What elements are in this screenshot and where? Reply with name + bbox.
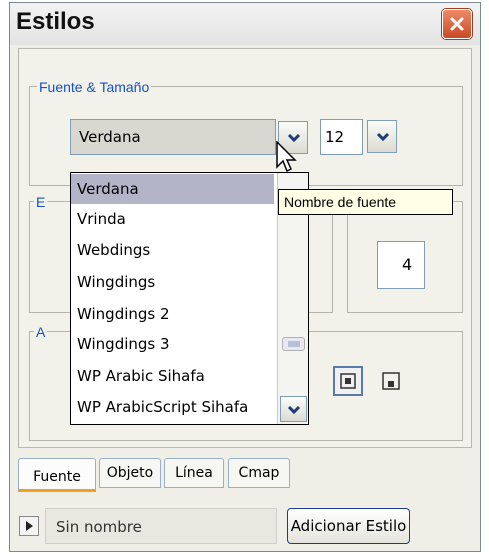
tab-objeto[interactable]: Objeto bbox=[99, 458, 161, 488]
align-bottom-icon bbox=[382, 372, 400, 390]
list-item[interactable]: Vrinda bbox=[71, 204, 274, 234]
second-group-label: E bbox=[34, 194, 48, 210]
font-size-group-label: Fuente & Tamaño bbox=[37, 79, 152, 95]
list-item[interactable]: Wingdings 3 bbox=[71, 329, 274, 359]
list-item[interactable]: Webdings bbox=[71, 235, 274, 265]
font-name-value: Verdana bbox=[79, 128, 141, 146]
title-bar[interactable]: Estilos bbox=[10, 3, 480, 45]
list-item[interactable]: Wingdings bbox=[71, 267, 274, 297]
scrollbar-thumb[interactable] bbox=[282, 337, 305, 351]
window-title: Estilos bbox=[16, 8, 95, 35]
tab-bar: Fuente Objeto Línea Cmap bbox=[18, 458, 472, 492]
align-center-button[interactable] bbox=[333, 366, 363, 396]
tab-cmap[interactable]: Cmap bbox=[228, 458, 290, 488]
tab-fuente[interactable]: Fuente bbox=[18, 458, 96, 492]
close-icon bbox=[450, 17, 464, 31]
font-name-tooltip: Nombre de fuente bbox=[278, 189, 453, 215]
play-icon bbox=[26, 521, 33, 531]
list-item[interactable]: Verdana bbox=[71, 174, 274, 204]
font-name-combobox[interactable]: Verdana bbox=[70, 119, 276, 155]
list-item[interactable]: WP ArabicScript Sihafa bbox=[71, 392, 274, 422]
estilos-window: Estilos Fuente & Tamaño E A Verdana 12 4… bbox=[9, 2, 481, 552]
font-size-dropdown-button[interactable] bbox=[367, 120, 397, 153]
list-item[interactable]: WP Arabic Sihafa bbox=[71, 361, 274, 391]
alignment-group-label: A bbox=[34, 324, 48, 340]
chevron-down-icon bbox=[287, 405, 301, 415]
scroll-down-button[interactable] bbox=[280, 396, 307, 422]
mouse-cursor-icon bbox=[276, 141, 297, 173]
scroll-thumb-grip-icon bbox=[288, 341, 300, 347]
align-center-icon bbox=[340, 373, 356, 389]
add-style-button[interactable]: Adicionar Estilo bbox=[287, 508, 410, 544]
font-dropdown-list[interactable]: Verdana Vrinda Webdings Wingdings Wingdi… bbox=[70, 172, 309, 425]
close-button[interactable] bbox=[442, 9, 472, 39]
align-bottom-button[interactable] bbox=[377, 367, 407, 397]
chevron-down-icon bbox=[376, 132, 390, 142]
play-button[interactable] bbox=[19, 516, 39, 536]
number-value: 4 bbox=[402, 255, 413, 274]
font-size-value: 12 bbox=[325, 128, 345, 146]
font-size-combobox[interactable]: 12 bbox=[320, 119, 363, 155]
number-field[interactable]: 4 bbox=[377, 241, 425, 289]
list-item[interactable]: Wingdings 2 bbox=[71, 299, 274, 329]
style-name-field[interactable]: Sin nombre bbox=[45, 508, 277, 544]
style-name-value: Sin nombre bbox=[56, 518, 142, 536]
tab-linea[interactable]: Línea bbox=[164, 458, 224, 488]
